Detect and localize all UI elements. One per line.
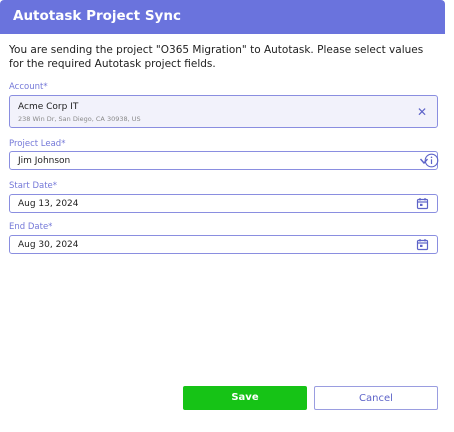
info-icon[interactable] xyxy=(424,153,439,168)
end-date-value: Aug 30, 2024 xyxy=(18,240,79,250)
calendar-icon[interactable] xyxy=(416,238,429,251)
account-label: Account* xyxy=(9,82,48,92)
calendar-icon[interactable] xyxy=(416,197,429,210)
save-button[interactable]: Save xyxy=(183,386,307,410)
start-date-value: Aug 13, 2024 xyxy=(18,199,79,209)
project-lead-label: Project Lead* xyxy=(9,139,66,149)
dialog-title: Autotask Project Sync xyxy=(13,8,181,24)
account-address: 238 Win Dr, San Diego, CA 30938, US xyxy=(18,115,141,123)
dialog-header: Autotask Project Sync xyxy=(0,0,445,34)
project-lead-select[interactable]: Jim Johnson xyxy=(9,151,438,170)
end-date-label: End Date* xyxy=(9,222,53,232)
autotask-dialog: Autotask Project Sync You are sending th… xyxy=(0,0,454,432)
close-icon[interactable]: ✕ xyxy=(417,106,427,118)
cancel-button[interactable]: Cancel xyxy=(314,386,438,410)
project-lead-value: Jim Johnson xyxy=(18,156,71,166)
start-date-field[interactable]: Aug 13, 2024 xyxy=(9,194,438,213)
account-field[interactable]: Acme Corp IT 238 Win Dr, San Diego, CA 3… xyxy=(9,95,438,128)
start-date-label: Start Date* xyxy=(9,181,58,191)
intro-text: You are sending the project "O365 Migrat… xyxy=(9,44,424,70)
end-date-field[interactable]: Aug 30, 2024 xyxy=(9,235,438,254)
account-value: Acme Corp IT xyxy=(18,102,79,112)
